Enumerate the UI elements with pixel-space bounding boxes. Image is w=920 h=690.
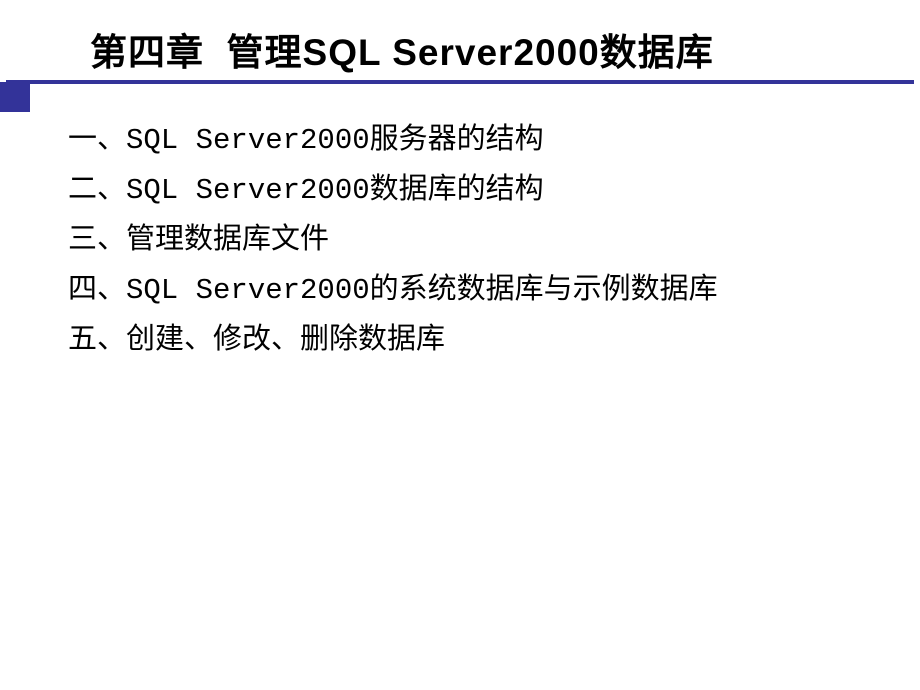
slide-title: 第四章 管理SQL Server2000数据库 xyxy=(90,22,900,76)
accent-square-icon xyxy=(0,82,30,112)
list-item: 二、SQL Server2000数据库的结构 xyxy=(68,166,920,216)
title-area: 第四章 管理SQL Server2000数据库 xyxy=(0,0,920,76)
slide-container: 第四章 管理SQL Server2000数据库 一、SQL Server2000… xyxy=(0,0,920,690)
title-underline xyxy=(6,80,914,84)
list-item: 四、SQL Server2000的系统数据库与示例数据库 xyxy=(68,266,920,316)
list-item: 一、SQL Server2000服务器的结构 xyxy=(68,116,920,166)
list-item: 三、管理数据库文件 xyxy=(68,216,920,266)
content-area: 一、SQL Server2000服务器的结构 二、SQL Server2000数… xyxy=(0,76,920,365)
list-item: 五、创建、修改、删除数据库 xyxy=(68,316,920,366)
